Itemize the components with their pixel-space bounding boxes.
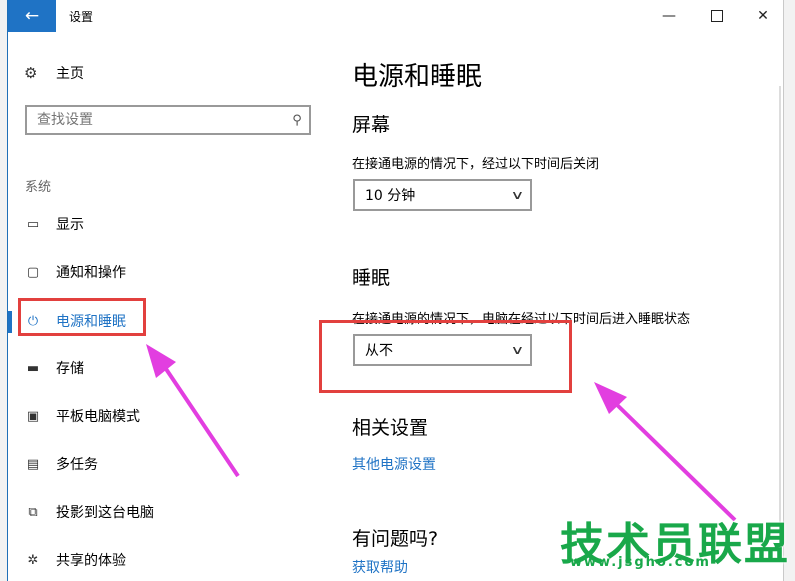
arrow-sidebar (146, 344, 240, 478)
arrow-dropdown (594, 382, 737, 522)
annotation-arrows (146, 344, 737, 522)
watermark-url: www.jsgho.com (570, 555, 711, 570)
